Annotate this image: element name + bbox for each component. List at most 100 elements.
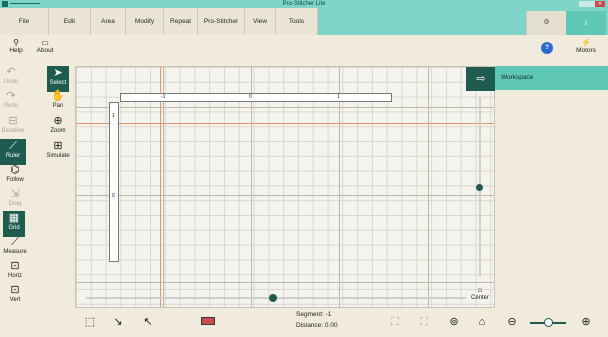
vert-label: Vert: [9, 297, 21, 303]
grid-major-line: [163, 67, 164, 307]
grid-major-line: [428, 67, 429, 307]
home-icon: ⌂: [478, 316, 486, 328]
workspace-label: Workspace: [501, 74, 534, 81]
stitch-icon: ⛶: [420, 316, 428, 328]
zoom-slider-handle[interactable]: [544, 318, 553, 327]
motors-label: Motors: [576, 47, 596, 54]
question-icon: ?: [545, 44, 549, 51]
node-arrow-button[interactable]: ↘: [110, 313, 126, 331]
node-arrow-reverse-button[interactable]: ↖: [140, 313, 156, 331]
menu-repeat[interactable]: Repeat: [164, 8, 198, 35]
menu-edit[interactable]: Edit: [49, 8, 91, 35]
close-icon[interactable]: ✕: [595, 1, 605, 7]
zoom-in-icon: ⊕: [581, 316, 591, 328]
drag-button[interactable]: ⇲ Drag: [2, 187, 28, 213]
baseline-label: Baseline: [1, 128, 25, 134]
zoom-label: Zoom: [50, 128, 66, 134]
stitch-button-2[interactable]: ⛶: [416, 313, 432, 331]
menu-area[interactable]: Area: [91, 8, 126, 35]
home-view-button[interactable]: ⌂: [474, 313, 490, 331]
right-panel: Workspace: [495, 66, 608, 308]
ruler-tick-label: 1: [337, 94, 340, 100]
arrow-diagonal-icon: ↘: [113, 316, 123, 328]
select-label: Select: [49, 80, 67, 86]
redo-icon: ↷: [6, 90, 16, 102]
help-circle-button[interactable]: ?: [541, 42, 553, 54]
horiz-button[interactable]: ⊡ Horiz: [2, 259, 28, 285]
baseline-button[interactable]: ⊟ Baseline: [0, 114, 26, 140]
cursor-icon: ➤: [53, 67, 63, 79]
measure-button[interactable]: ⟋ Measure: [0, 235, 30, 261]
center-label: Center: [470, 294, 489, 301]
redo-button[interactable]: ↷ Redo: [0, 89, 22, 115]
bottom-toolbar: ⬚ ↘ ↖ Segment: -1 Distance: 0.00 ⛶ ⛶ ⊚ ⌂…: [0, 308, 608, 337]
pan-label: Pan: [52, 103, 64, 109]
ruler-label: Ruler: [5, 153, 21, 159]
arrow-diagonal-icon: ↖: [143, 316, 153, 328]
help-icon: ⚲: [13, 38, 19, 47]
simulate-label: Simulate: [46, 153, 70, 159]
stitch-icon: ⛶: [391, 316, 399, 328]
about-label: About: [36, 47, 54, 54]
undo-icon: ↶: [6, 66, 16, 78]
redo-label: Redo: [3, 103, 19, 109]
window-controls[interactable]: ✕: [579, 1, 605, 7]
help-label: Help: [9, 47, 23, 54]
ruler-button[interactable]: ⟋ Ruler: [0, 139, 26, 165]
follow-button[interactable]: ⌬ Follow: [2, 163, 28, 189]
zoom-icon: ⊕: [53, 115, 63, 127]
info-button[interactable]: i: [566, 11, 606, 35]
quilt-canvas[interactable]: -1 0 1 1 0 ⇨ ⌂ Center: [75, 66, 496, 308]
vert-icon: ⊡: [10, 284, 20, 296]
motors-button[interactable]: ⚡ Motors: [571, 38, 601, 54]
settings-button[interactable]: ⚙: [526, 11, 566, 35]
drag-label: Drag: [8, 201, 22, 207]
ruler-tick-label: 0: [112, 193, 115, 199]
zoom-out-button[interactable]: ⊖: [504, 313, 520, 331]
simulate-button[interactable]: ⊞ Simulate: [44, 139, 72, 165]
ruler-icon: ⟋: [9, 140, 17, 152]
record-icon: [201, 317, 215, 325]
menu-file[interactable]: File: [0, 8, 49, 35]
home-icon: ⌂: [477, 285, 483, 294]
vert-button[interactable]: ⊡ Vert: [2, 283, 28, 309]
ruler-tick-label: -1: [161, 94, 166, 100]
about-button[interactable]: ▭ About: [31, 38, 59, 54]
zoom-out-icon: ⊖: [507, 316, 517, 328]
record-button[interactable]: [200, 313, 216, 331]
measure-icon: ⟋: [11, 236, 19, 248]
center-button[interactable]: ⌂ Center: [467, 283, 493, 307]
horizontal-scroll-handle[interactable]: [269, 294, 277, 302]
stitch-button-1[interactable]: ⛶: [387, 313, 403, 331]
vertical-ruler[interactable]: 1 0: [109, 102, 119, 262]
workspace-toggle-button[interactable]: ⇨: [466, 67, 496, 91]
info-icon: i: [584, 19, 588, 27]
menu-tools[interactable]: Tools: [276, 8, 318, 35]
zoom-fit-button[interactable]: ⊚: [446, 313, 462, 331]
arrow-right-icon: ⇨: [476, 73, 486, 85]
pan-button[interactable]: ✋ Pan: [47, 89, 69, 115]
grid-major-line: [76, 195, 494, 196]
zoom-in-button[interactable]: ⊕: [578, 313, 594, 331]
menu-pro-stitcher[interactable]: Pro-Stitcher: [198, 8, 245, 35]
workspace-tab[interactable]: Workspace: [495, 66, 608, 90]
menu-view[interactable]: View: [245, 8, 276, 35]
menu-modify[interactable]: Modify: [126, 8, 164, 35]
undo-button[interactable]: ↶ Undo: [0, 65, 22, 91]
horizontal-ruler[interactable]: -1 0 1: [120, 93, 392, 102]
measure-label: Measure: [3, 249, 27, 255]
window-title: Pro-Stitcher Lite: [282, 1, 326, 7]
baseline-icon: ⊟: [8, 115, 18, 127]
ruler-tick-label: 0: [249, 94, 252, 100]
grid-button[interactable]: ▦ Grid: [3, 211, 25, 237]
settings-icon: ⚙: [543, 19, 550, 26]
grid-major-line: [339, 67, 340, 307]
simulate-icon: ⊞: [53, 140, 63, 152]
select-box-button[interactable]: ⬚: [82, 313, 98, 331]
vertical-scroll-handle[interactable]: [476, 184, 483, 191]
status-readout: Segment: -1 Distance: 0.00: [296, 311, 338, 329]
help-button[interactable]: ⚲ Help: [5, 38, 27, 54]
drag-icon: ⇲: [10, 188, 20, 200]
zoom-button[interactable]: ⊕ Zoom: [47, 114, 69, 140]
distance-label: Distance:: [296, 322, 324, 329]
